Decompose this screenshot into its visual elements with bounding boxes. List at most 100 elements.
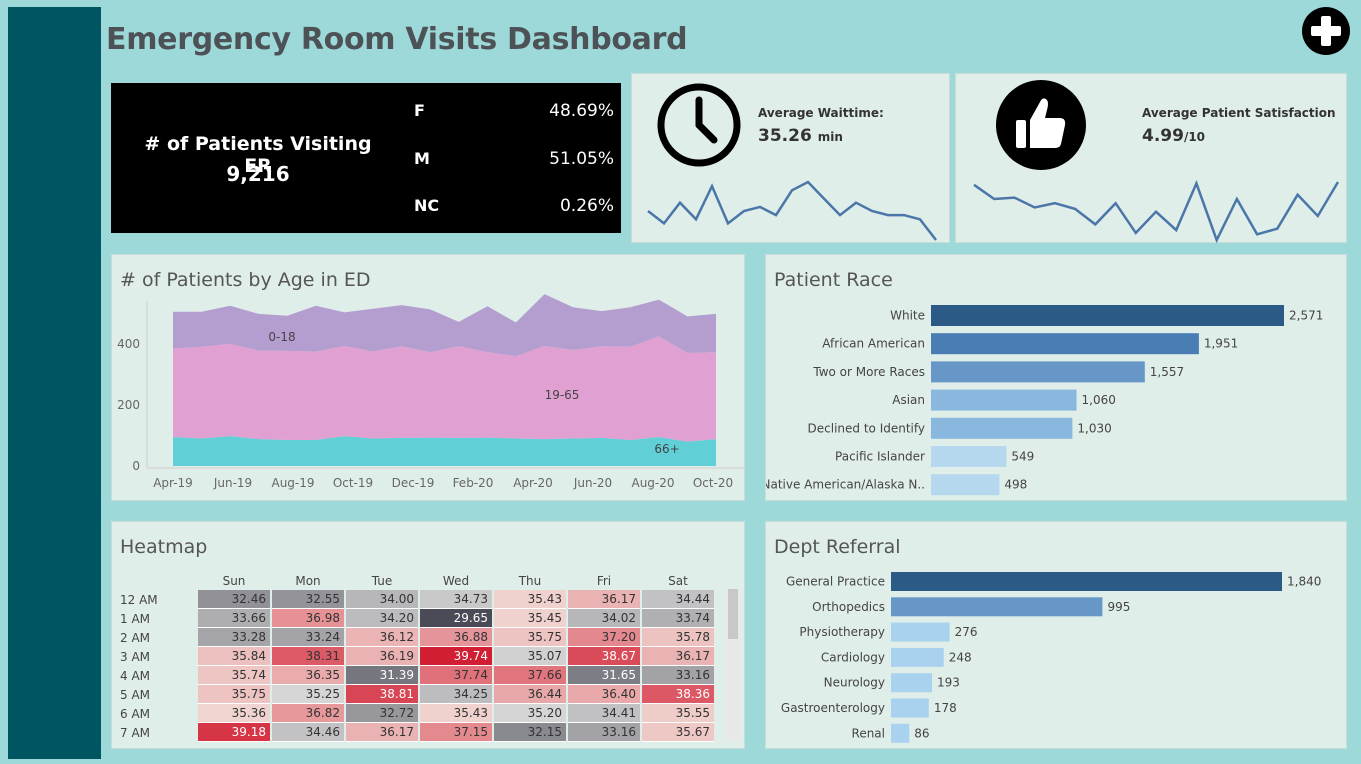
heatmap-cell: 32.55 bbox=[272, 590, 344, 609]
bar-value-label: 178 bbox=[934, 701, 957, 715]
bar-value-label: 1,557 bbox=[1150, 365, 1184, 379]
heatmap-row-label: 1 AM bbox=[120, 611, 151, 626]
bar-category-label: Two or More Races bbox=[812, 365, 925, 379]
bar bbox=[891, 723, 910, 743]
heatmap-cell: 33.66 bbox=[198, 609, 270, 628]
heatmap-column-header: Sat bbox=[668, 574, 688, 588]
heatmap-cell: 34.41 bbox=[568, 704, 640, 723]
heatmap-cell: 35.43 bbox=[420, 704, 492, 723]
side-bar bbox=[8, 7, 101, 759]
heatmap-row: 2 AM 33.28 33.24 36.12 36.88 35.75 37.20 35.78 bbox=[118, 628, 714, 647]
page-title: Emergency Room Visits Dashboard bbox=[106, 22, 688, 57]
bar-category-label: Pacific Islander bbox=[835, 450, 925, 464]
bar bbox=[931, 305, 1284, 326]
satisfaction-value: 4.99/10 bbox=[1142, 126, 1205, 146]
gender-value: 48.69% bbox=[549, 101, 614, 121]
waittime-number: 35.26 bbox=[758, 126, 812, 146]
y-tick-label: 0 bbox=[132, 459, 140, 473]
bar-category-label: African American bbox=[822, 337, 925, 351]
heatmap-row: 6 AM 35.36 36.82 32.72 35.43 35.20 34.41 35.55 bbox=[118, 704, 714, 723]
waittime-value: 35.26 min bbox=[758, 126, 843, 146]
heatmap-cell: 33.16 bbox=[642, 666, 714, 685]
patients-kpi-value: 9,216 bbox=[226, 162, 290, 186]
bar bbox=[931, 361, 1145, 383]
heatmap-row: 1 AM 33.66 36.98 34.20 29.65 35.45 34.02 33.74 bbox=[118, 609, 714, 628]
age-chart-panel: # of Patients by Age in ED 66+ 19-65 0-18 0… bbox=[111, 254, 745, 501]
heatmap-row: 5 AM 35.75 35.25 38.81 34.25 36.44 36.40 38.36 bbox=[118, 685, 714, 704]
thumbs-up-icon bbox=[996, 80, 1086, 170]
heatmap-row: 12 AM 32.46 32.55 34.00 34.73 35.43 36.17 34.44 bbox=[118, 590, 714, 609]
bar-value-label: 549 bbox=[1011, 450, 1034, 464]
heatmap-cell: 38.67 bbox=[568, 647, 640, 666]
heatmap-row: 4 AM 35.74 36.35 31.39 37.74 37.66 31.65 33.16 bbox=[118, 666, 714, 685]
heatmap-table: Sun Mon Tue Wed Thu Fri Sat 12 AM 32.46 32.55 34.0… bbox=[116, 572, 716, 742]
heatmap-cell: 35.67 bbox=[642, 723, 714, 742]
patients-kpi-card: # of Patients Visiting ER 9,216 F 48.69%… bbox=[111, 83, 621, 233]
heatmap-cell: 35.20 bbox=[494, 704, 566, 723]
heatmap-row-label: 4 AM bbox=[120, 668, 151, 683]
heatmap-cell: 31.39 bbox=[346, 666, 418, 685]
bar-value-label: 2,571 bbox=[1289, 309, 1323, 323]
gender-value: 51.05% bbox=[549, 149, 614, 169]
heatmap-column-header: Mon bbox=[295, 574, 321, 588]
bar-category-label: Gastroenterology bbox=[781, 701, 885, 715]
bar-category-label: Neurology bbox=[824, 676, 885, 690]
y-tick-label: 200 bbox=[117, 398, 140, 412]
heatmap-cell: 35.25 bbox=[272, 685, 344, 704]
heatmap-cell: 39.18 bbox=[198, 723, 270, 742]
bar-value-label: 1,030 bbox=[1077, 421, 1111, 435]
heatmap-scrollbar[interactable] bbox=[726, 589, 740, 741]
bar-category-label: Native American/Alaska N.. bbox=[766, 478, 925, 492]
bar-category-label: Cardiology bbox=[821, 650, 885, 664]
race-chart-panel: Patient Race White 2,571 African American 1… bbox=[765, 254, 1347, 501]
x-tick-label: Feb-20 bbox=[453, 476, 494, 490]
gender-key: NC bbox=[414, 196, 440, 215]
age-area-chart: 66+ 19-65 0-18 0 200 400 Apr-19 Jun-19 Aug-19 Oct… bbox=[117, 294, 744, 490]
heatmap-cell: 37.15 bbox=[420, 723, 492, 742]
bar bbox=[891, 698, 929, 718]
medical-cross-icon bbox=[1302, 7, 1350, 55]
heatmap-cell: 29.65 bbox=[420, 609, 492, 628]
heatmap-column-header: Wed bbox=[442, 574, 470, 588]
heatmap-cell: 32.46 bbox=[198, 590, 270, 609]
heatmap-row-label: 2 AM bbox=[120, 630, 151, 645]
bar bbox=[891, 622, 950, 642]
heatmap-row-label: 3 AM bbox=[120, 649, 151, 664]
bar bbox=[891, 572, 1282, 591]
heatmap-cell: 38.36 bbox=[642, 685, 714, 704]
bar-category-label: Orthopedics bbox=[812, 600, 885, 614]
waittime-unit: min bbox=[817, 130, 843, 144]
bar-value-label: 193 bbox=[937, 676, 960, 690]
bar-category-label: White bbox=[890, 309, 925, 323]
heatmap-cell: 34.25 bbox=[420, 685, 492, 704]
heatmap-cell: 37.20 bbox=[568, 628, 640, 647]
x-tick-label: Jun-19 bbox=[213, 476, 252, 490]
heatmap-cell: 35.75 bbox=[494, 628, 566, 647]
satisfaction-number: 4.99 bbox=[1142, 126, 1184, 146]
heatmap-cell: 35.74 bbox=[198, 666, 270, 685]
heatmap-cell: 32.72 bbox=[346, 704, 418, 723]
heatmap-row: 7 AM 39.18 34.46 36.17 37.15 32.15 33.16 35.67 bbox=[118, 723, 714, 742]
heatmap-cell: 36.88 bbox=[420, 628, 492, 647]
heatmap-cell: 38.31 bbox=[272, 647, 344, 666]
heatmap-row-label: 5 AM bbox=[120, 687, 151, 702]
heatmap-cell: 34.00 bbox=[346, 590, 418, 609]
heatmap-cell: 35.55 bbox=[642, 704, 714, 723]
bar-value-label: 276 bbox=[955, 625, 978, 639]
bar-value-label: 86 bbox=[914, 726, 929, 740]
heatmap-row-label: 12 AM bbox=[120, 592, 158, 607]
heatmap-scroll-thumb[interactable] bbox=[728, 589, 738, 639]
bar-value-label: 995 bbox=[1107, 600, 1130, 614]
bar-value-label: 498 bbox=[1004, 478, 1027, 492]
satisfaction-sparkline bbox=[973, 180, 1340, 244]
x-tick-label: Aug-20 bbox=[631, 476, 674, 490]
area-series-66+ bbox=[173, 436, 716, 466]
y-tick-label: 400 bbox=[117, 337, 140, 351]
heatmap-cell: 36.17 bbox=[568, 590, 640, 609]
heatmap-cell: 36.40 bbox=[568, 685, 640, 704]
gender-key: F bbox=[414, 101, 425, 120]
sparkline-series bbox=[647, 180, 937, 241]
heatmap-cell: 37.74 bbox=[420, 666, 492, 685]
clock-icon bbox=[657, 83, 741, 167]
heatmap-cell: 36.19 bbox=[346, 647, 418, 666]
